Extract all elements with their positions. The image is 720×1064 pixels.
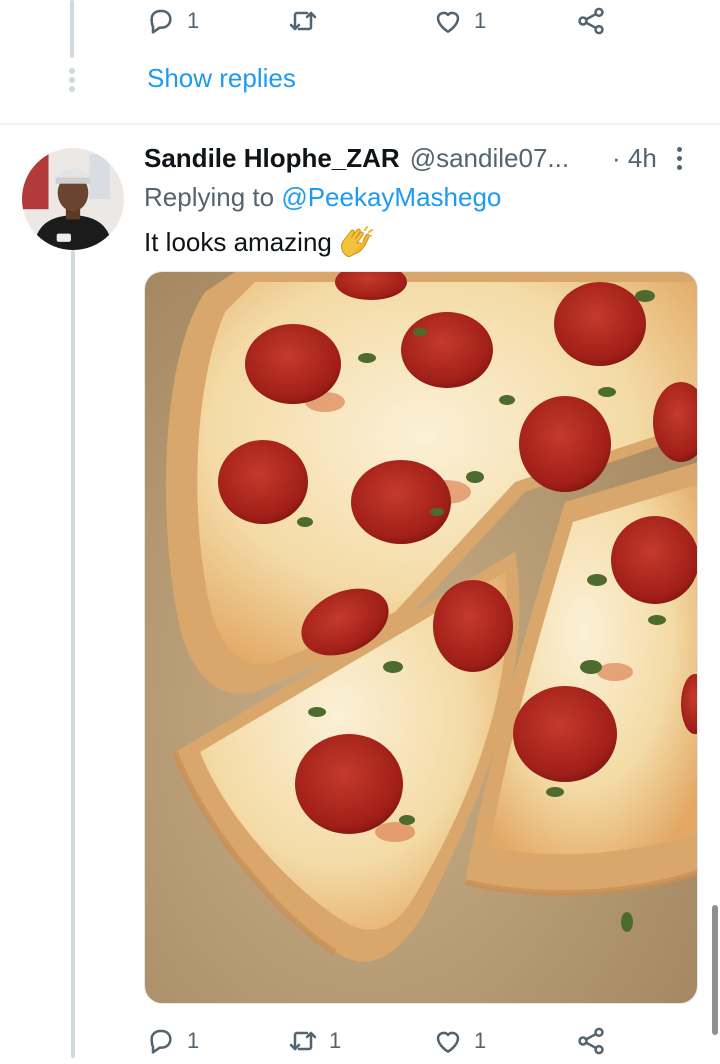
reply-count: 1 xyxy=(187,8,200,33)
like-icon xyxy=(436,1031,460,1053)
reply-button[interactable]: 1 xyxy=(145,0,199,44)
like-count: 1 xyxy=(474,8,487,33)
like-button[interactable]: 1 xyxy=(432,0,486,44)
tweet-divider xyxy=(0,123,720,125)
replying-to-mention[interactable]: @PeekayMashego xyxy=(281,182,501,212)
pizza-photo-icon xyxy=(145,272,697,1003)
retweet-icon xyxy=(289,11,317,31)
like-button[interactable]: 1 xyxy=(432,1018,486,1064)
avatar[interactable] xyxy=(22,148,124,250)
share-icon xyxy=(578,1027,604,1055)
share-icon xyxy=(578,7,604,35)
like-icon xyxy=(436,11,460,33)
tweet-time[interactable]: · 4h xyxy=(612,143,657,174)
show-replies-link[interactable]: Show replies xyxy=(147,63,296,94)
reply-button[interactable]: 1 xyxy=(145,1018,199,1064)
share-button[interactable] xyxy=(575,0,607,44)
scrollbar-thumb[interactable] xyxy=(712,905,718,1035)
avatar-photo xyxy=(22,148,124,250)
replying-to-line: Replying to @PeekayMashego xyxy=(144,182,501,213)
tweet-text: It looks amazing xyxy=(144,225,374,259)
retweet-icon xyxy=(289,1031,317,1051)
previous-tweet-action-bar: 1 1 xyxy=(0,0,720,44)
tweet-action-bar: 1 1 1 xyxy=(0,1018,720,1064)
reply-count: 1 xyxy=(187,1028,200,1053)
replying-prefix: Replying to xyxy=(144,182,275,212)
retweet-count: 1 xyxy=(329,1028,342,1053)
display-name[interactable]: Sandile Hlophe_ZAR xyxy=(144,143,400,174)
tweet-text-content: It looks amazing xyxy=(144,226,332,257)
thread-line-bottom xyxy=(71,250,75,1058)
reply-icon xyxy=(150,9,172,34)
share-button[interactable] xyxy=(575,1018,607,1064)
like-count: 1 xyxy=(474,1028,487,1053)
more-options-button[interactable] xyxy=(672,145,688,173)
reply-icon xyxy=(150,1029,172,1054)
retweet-button[interactable] xyxy=(287,0,329,44)
tweet-media-image[interactable] xyxy=(144,271,698,1004)
thread-continuation-dots xyxy=(68,68,76,92)
clapping-hands-icon xyxy=(340,226,373,257)
tweet-header: Sandile Hlophe_ZAR @sandile07... · 4h xyxy=(144,140,664,176)
retweet-button[interactable]: 1 xyxy=(287,1018,341,1064)
user-handle[interactable]: @sandile07... xyxy=(410,143,569,174)
more-icon xyxy=(677,147,682,152)
